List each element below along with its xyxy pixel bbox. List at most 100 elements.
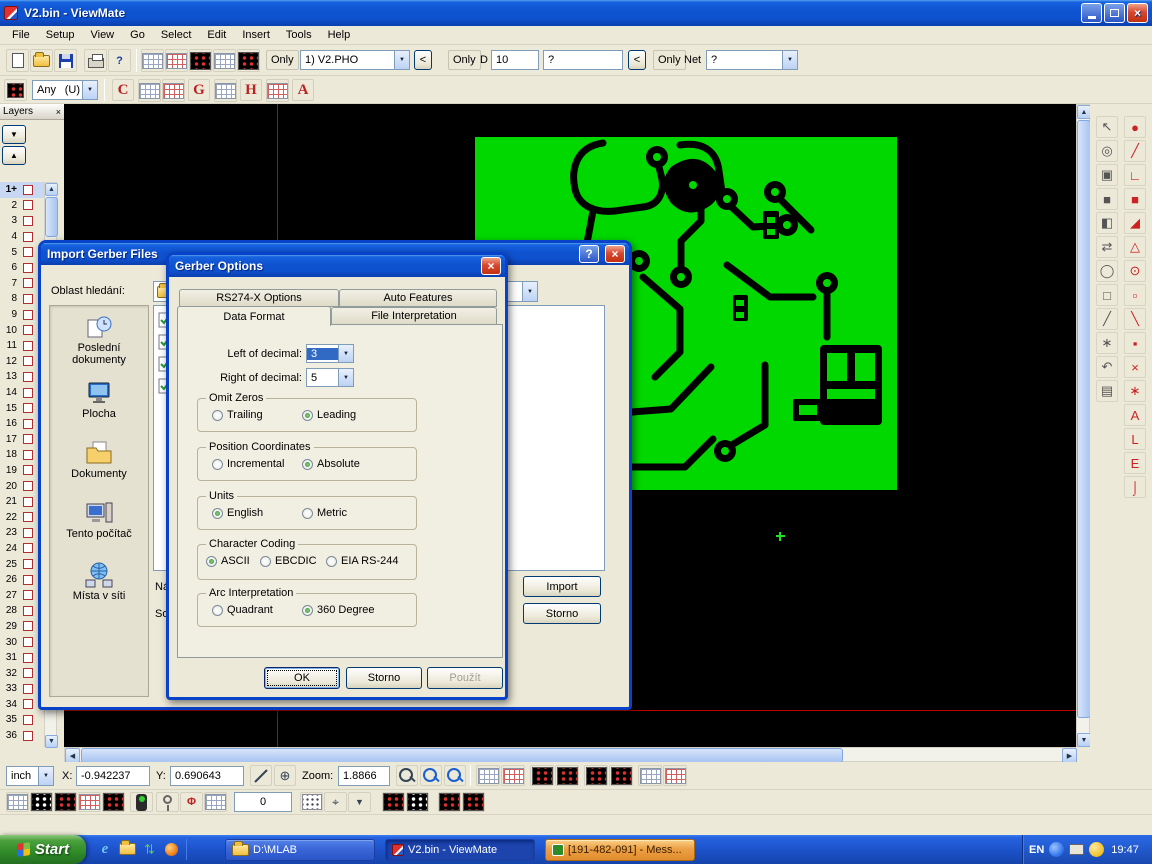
measure-button[interactable] [250, 765, 272, 786]
layer-color-swatch[interactable] [23, 263, 33, 273]
new-file-button[interactable] [6, 49, 29, 72]
layer-color-swatch[interactable] [23, 637, 33, 647]
layer-color-swatch[interactable] [23, 388, 33, 398]
scroll-thumb[interactable] [1077, 120, 1091, 718]
drop-marker-button[interactable]: ▼ [348, 792, 371, 812]
layer-color-swatch[interactable] [23, 481, 33, 491]
quicklaunch-sync-icon[interactable]: ⇄ [140, 840, 158, 858]
quicklaunch-folder-icon[interactable] [118, 840, 136, 858]
layer-color-swatch[interactable] [23, 684, 33, 694]
composite-view-button[interactable] [237, 49, 260, 72]
checker-pattern-button[interactable] [78, 792, 101, 812]
menu-item[interactable]: Select [153, 26, 200, 44]
negative-pattern4-button[interactable] [462, 792, 485, 812]
zoom-all-button[interactable] [444, 765, 466, 786]
layer-color-swatch[interactable] [23, 715, 33, 725]
palette-tool-icon[interactable]: ◧ [1096, 212, 1118, 234]
aperture-list-button[interactable] [141, 49, 164, 72]
layer-color-swatch[interactable] [23, 559, 33, 569]
scroll-left-icon[interactable]: ◀ [65, 748, 80, 763]
layer-table-button[interactable] [213, 49, 236, 72]
palette-tool-icon[interactable]: L [1124, 428, 1146, 450]
layer-color-swatch[interactable] [23, 325, 33, 335]
incremental-radio[interactable] [212, 459, 223, 470]
canvas-vscrollbar[interactable]: ▲ ▼ [1076, 104, 1090, 747]
palette-tool-icon[interactable]: ◎ [1096, 140, 1118, 162]
layer-color-swatch[interactable] [23, 590, 33, 600]
layer-color-swatch[interactable] [23, 185, 33, 195]
layer-down-button[interactable]: ▼ [2, 125, 26, 144]
dcode-table-button[interactable] [165, 49, 188, 72]
gerber-dialog-titlebar[interactable]: Gerber Options [169, 255, 505, 277]
aperture-grid3-button[interactable] [214, 79, 237, 102]
menu-item[interactable]: Insert [234, 26, 278, 44]
place-network[interactable]: Místa v síti [50, 562, 148, 602]
y-coordinate-field[interactable]: 0.690643 [170, 766, 244, 786]
scroll-right-icon[interactable]: ▶ [1062, 748, 1077, 763]
menu-item[interactable]: Setup [38, 26, 83, 44]
palette-tool-icon[interactable]: △ [1124, 236, 1146, 258]
dialog-help-button[interactable]: ? [579, 245, 599, 263]
palette-tool-icon[interactable]: ∗ [1096, 332, 1118, 354]
metric-radio[interactable] [302, 508, 313, 519]
dark-pattern-button[interactable] [102, 792, 125, 812]
menu-item[interactable]: Tools [278, 26, 320, 44]
palette-tool-icon[interactable]: ■ [1124, 188, 1146, 210]
negative-pattern1-button[interactable] [382, 792, 405, 812]
chevron-down-icon[interactable]: ▼ [782, 51, 797, 69]
degree360-radio[interactable] [302, 605, 313, 616]
layer-color-swatch[interactable] [23, 528, 33, 538]
layer-up-button[interactable]: ▲ [2, 146, 26, 165]
prev-dcode-button[interactable]: < [628, 50, 646, 70]
clear-table-button[interactable] [663, 765, 687, 786]
net-combo[interactable]: ?▼ [706, 50, 798, 70]
palette-tool-icon[interactable]: × [1124, 356, 1146, 378]
layer-row[interactable]: 1+ [0, 182, 44, 198]
palette-tool-icon[interactable]: ▫ [1124, 284, 1146, 306]
layer-color-swatch[interactable] [23, 575, 33, 585]
palette-tool-icon[interactable]: ⊙ [1124, 260, 1146, 282]
layer-color-swatch[interactable] [23, 278, 33, 288]
layer-row[interactable]: 4 [0, 229, 44, 245]
close-icon[interactable]: × [56, 107, 61, 117]
palette-tool-icon[interactable]: ▤ [1096, 380, 1118, 402]
menu-item[interactable]: Go [122, 26, 153, 44]
layer-row[interactable]: 36 [0, 728, 44, 744]
circle-aperture-button[interactable]: C [112, 79, 134, 101]
dot-grid-button[interactable] [300, 792, 323, 812]
layer-row[interactable]: 2 [0, 198, 44, 214]
taskbar-button-mlab[interactable]: D:\MLAB [225, 839, 375, 861]
leading-radio[interactable] [302, 410, 313, 421]
layer-color-swatch[interactable] [23, 668, 33, 678]
layer-row[interactable]: 35 [0, 712, 44, 728]
network-tray-icon[interactable] [1049, 842, 1064, 857]
palette-tool-icon[interactable]: ↖ [1096, 116, 1118, 138]
scroll-up-icon[interactable]: ▲ [1077, 105, 1091, 119]
palette-tool-icon[interactable]: ▣ [1096, 164, 1118, 186]
restore-button[interactable] [1104, 3, 1125, 23]
ok-button[interactable]: OK [264, 667, 340, 689]
eia-rs244-radio[interactable] [326, 556, 337, 567]
tab-auto-features[interactable]: Auto Features [339, 289, 497, 307]
layer-color-swatch[interactable] [23, 621, 33, 631]
grid-toggle-button[interactable] [204, 792, 227, 812]
layer-color-swatch[interactable] [23, 200, 33, 210]
h-aperture-button[interactable]: H [240, 79, 262, 101]
tab-file-interpretation[interactable]: File Interpretation [331, 307, 497, 325]
net-table-button[interactable] [638, 765, 662, 786]
start-button[interactable]: Start [0, 835, 86, 864]
layer-color-swatch[interactable] [23, 731, 33, 741]
zoom-value-field[interactable]: 1.8866 [338, 766, 390, 786]
only-file-toggle[interactable]: Only [266, 50, 299, 70]
cancel-button[interactable]: Storno [346, 667, 422, 689]
save-button[interactable] [54, 49, 77, 72]
text-aperture-button[interactable]: A [292, 79, 314, 101]
palette-tool-icon[interactable]: ╱ [1124, 140, 1146, 162]
import-cancel-button[interactable]: Storno [523, 603, 601, 624]
highlight-button[interactable] [130, 792, 153, 812]
title-bar[interactable]: V2.bin - ViewMate × [0, 0, 1152, 26]
canvas-hscrollbar[interactable]: ◀ ▶ [64, 747, 1076, 762]
red-pattern-button[interactable] [54, 792, 77, 812]
chevron-down-icon[interactable]: ▼ [338, 369, 353, 386]
quadrant-radio[interactable] [212, 605, 223, 616]
